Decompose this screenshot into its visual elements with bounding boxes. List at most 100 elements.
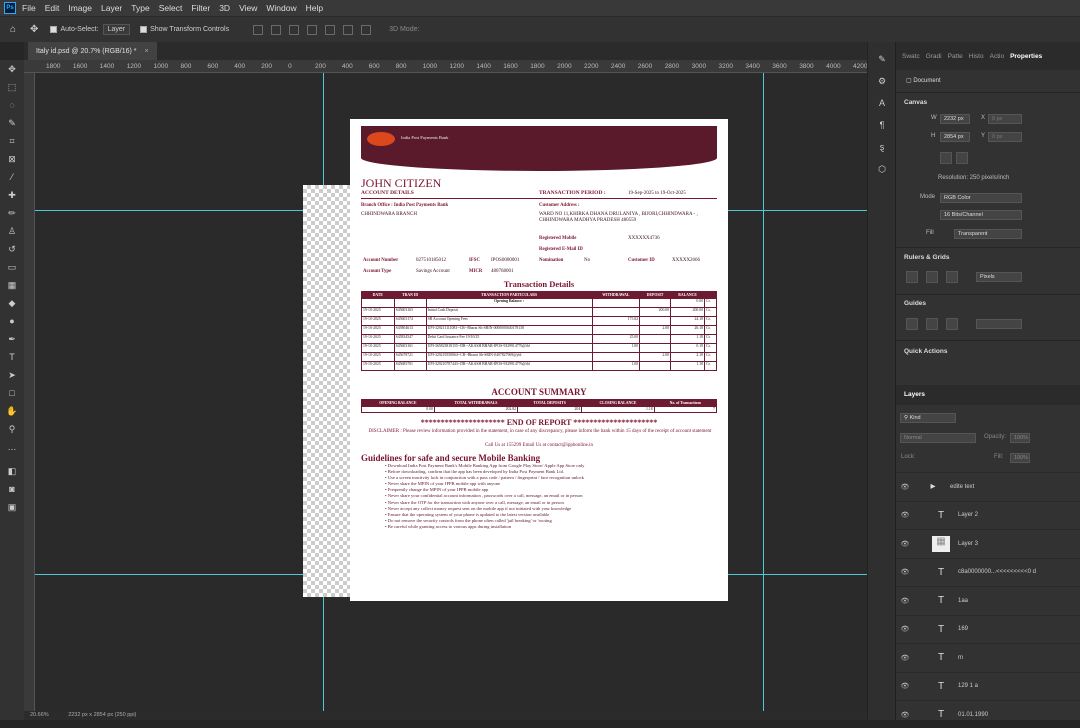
brush-settings-icon[interactable]: ✎ — [868, 48, 896, 70]
portrait-icon[interactable] — [940, 152, 952, 164]
visibility-eye-icon[interactable]: 👁 — [896, 483, 914, 491]
history-brush-tool-icon[interactable]: ↺ — [0, 240, 24, 258]
screen-mode-icon[interactable]: ▣ — [0, 498, 24, 516]
menu-help[interactable]: Help — [306, 3, 323, 13]
type-tool-icon[interactable]: T — [0, 348, 24, 366]
guide-from-shape-icon[interactable] — [926, 318, 938, 330]
visibility-eye-icon[interactable]: 👁 — [896, 511, 914, 519]
menu-type[interactable]: Type — [131, 3, 149, 13]
tab-actions[interactable]: Actio — [990, 53, 1004, 60]
crop-tool-icon[interactable]: ⌗ — [0, 132, 24, 150]
brush-tool-icon[interactable]: ✏ — [0, 204, 24, 222]
guide-layout-icon[interactable] — [906, 318, 918, 330]
layer-select[interactable]: Layer — [102, 24, 131, 35]
layer-kind-filter[interactable]: ⚲ Kind — [900, 413, 956, 423]
menu-window[interactable]: Window — [266, 3, 296, 13]
visibility-eye-icon[interactable]: 👁 — [896, 654, 914, 662]
visibility-eye-icon[interactable]: 👁 — [896, 568, 914, 576]
move-tool-icon[interactable]: ✥ — [0, 60, 24, 78]
visibility-eye-icon[interactable]: 👁 — [896, 682, 914, 690]
layer-row[interactable]: 👁 ▸ edite text — [896, 472, 1080, 500]
layer-row[interactable]: 👁 T Layer 2 — [896, 500, 1080, 529]
layer-row[interactable]: 👁 Tc8a0000000...<<<<<<<<<0 d — [896, 557, 1080, 586]
layer-row[interactable]: 👁 T 1aa — [896, 586, 1080, 614]
fill-select[interactable]: Transparent — [954, 229, 1022, 239]
visibility-eye-icon[interactable]: 👁 — [896, 540, 914, 548]
ruler-toggle-icon[interactable] — [906, 271, 918, 283]
pixel-grid-icon[interactable] — [946, 271, 958, 283]
align-bottom-icon[interactable] — [289, 24, 300, 35]
marquee-tool-icon[interactable]: ⬚ — [0, 78, 24, 96]
lasso-tool-icon[interactable]: ◌ — [0, 96, 24, 114]
dodge-tool-icon[interactable]: ● — [0, 312, 24, 330]
menu-edit[interactable]: Edit — [45, 3, 60, 13]
eraser-tool-icon[interactable]: ▭ — [0, 258, 24, 276]
landscape-icon[interactable] — [956, 152, 968, 164]
mode-select[interactable]: RGB Color — [940, 193, 1022, 203]
pen-tool-icon[interactable]: ✒ — [0, 330, 24, 348]
show-transform-checkbox[interactable] — [140, 26, 148, 33]
move-tool-icon[interactable]: ✥ — [30, 24, 38, 35]
quick-select-tool-icon[interactable]: ✎ — [0, 114, 24, 132]
menu-3d[interactable]: 3D — [219, 3, 230, 13]
blend-mode-select[interactable]: Normal — [900, 433, 976, 443]
paragraph-icon[interactable]: ¶ — [868, 114, 896, 136]
y-input[interactable]: 0 px — [988, 132, 1022, 142]
menu-layer[interactable]: Layer — [101, 3, 122, 13]
menu-view[interactable]: View — [239, 3, 257, 13]
tab-patterns[interactable]: Patte — [948, 53, 963, 60]
distribute-icon[interactable] — [361, 24, 372, 35]
menu-select[interactable]: Select — [159, 3, 183, 13]
menu-file[interactable]: File — [22, 3, 36, 13]
height-input[interactable]: 2854 px — [940, 132, 970, 142]
menu-filter[interactable]: Filter — [191, 3, 210, 13]
tab-swatches[interactable]: Swatc — [902, 53, 920, 60]
align-left-icon[interactable] — [307, 24, 318, 35]
x-input[interactable]: 0 px — [988, 114, 1022, 124]
frame-tool-icon[interactable]: ⊠ — [0, 150, 24, 168]
blur-tool-icon[interactable]: ◆ — [0, 294, 24, 312]
align-top-icon[interactable] — [253, 24, 264, 35]
tab-history[interactable]: Histo — [969, 53, 984, 60]
path-select-tool-icon[interactable]: ➤ — [0, 366, 24, 384]
color-swatches-icon[interactable]: ◧ — [0, 462, 24, 480]
3d-icon[interactable]: ⬡ — [868, 158, 896, 180]
hand-tool-icon[interactable]: ✋ — [0, 402, 24, 420]
stamp-tool-icon[interactable]: ♙ — [0, 222, 24, 240]
fill2-input[interactable]: 100% — [1010, 453, 1030, 463]
layer-row[interactable]: 👁 ▦ Layer 3 — [896, 529, 1080, 557]
glyphs-icon[interactable]: ȿ — [868, 136, 896, 158]
visibility-eye-icon[interactable]: 👁 — [896, 625, 914, 633]
canvas-area[interactable]: India Post Payments Bank JOHN CITIZEN AC… — [35, 73, 867, 711]
quick-mask-icon[interactable]: ◙ — [0, 480, 24, 498]
units-select[interactable]: Pixels — [976, 272, 1022, 282]
tab-gradients[interactable]: Gradi — [926, 53, 942, 60]
guide-style-select[interactable] — [976, 319, 1022, 329]
adjustments-icon[interactable]: ⚙ — [868, 70, 896, 92]
close-icon[interactable]: × — [144, 48, 148, 55]
layer-row[interactable]: 👁 Tm — [896, 643, 1080, 671]
zoom-tool-icon[interactable]: ⚲ — [0, 420, 24, 438]
align-center-icon[interactable] — [325, 24, 336, 35]
opacity-input[interactable]: 100% — [1010, 433, 1030, 443]
visibility-eye-icon[interactable]: 👁 — [896, 711, 914, 719]
grid-toggle-icon[interactable] — [926, 271, 938, 283]
clear-guides-icon[interactable] — [946, 318, 958, 330]
align-right-icon[interactable] — [343, 24, 354, 35]
zoom-level[interactable]: 20.66% — [30, 712, 49, 718]
layer-row[interactable]: 👁 T 01.01.1990 — [896, 700, 1080, 728]
bits-select[interactable]: 16 Bits/Channel — [940, 210, 1022, 220]
document-tab[interactable]: Italy id.psd @ 20.7% (RGB/16) * × — [28, 42, 157, 60]
home-icon[interactable]: ⌂ — [10, 24, 16, 35]
character-icon[interactable]: A — [868, 92, 896, 114]
layer-row[interactable]: 👁 T 169 — [896, 614, 1080, 643]
menu-image[interactable]: Image — [68, 3, 92, 13]
auto-select-checkbox[interactable] — [50, 26, 58, 33]
rectangle-tool-icon[interactable]: □ — [0, 384, 24, 402]
layer-row[interactable]: 👁 T 129 1 a — [896, 671, 1080, 700]
align-middle-icon[interactable] — [271, 24, 282, 35]
healing-tool-icon[interactable]: ✚ — [0, 186, 24, 204]
gradient-tool-icon[interactable]: ▦ — [0, 276, 24, 294]
more-tools-icon[interactable]: … — [0, 438, 24, 456]
visibility-eye-icon[interactable]: 👁 — [896, 597, 914, 605]
